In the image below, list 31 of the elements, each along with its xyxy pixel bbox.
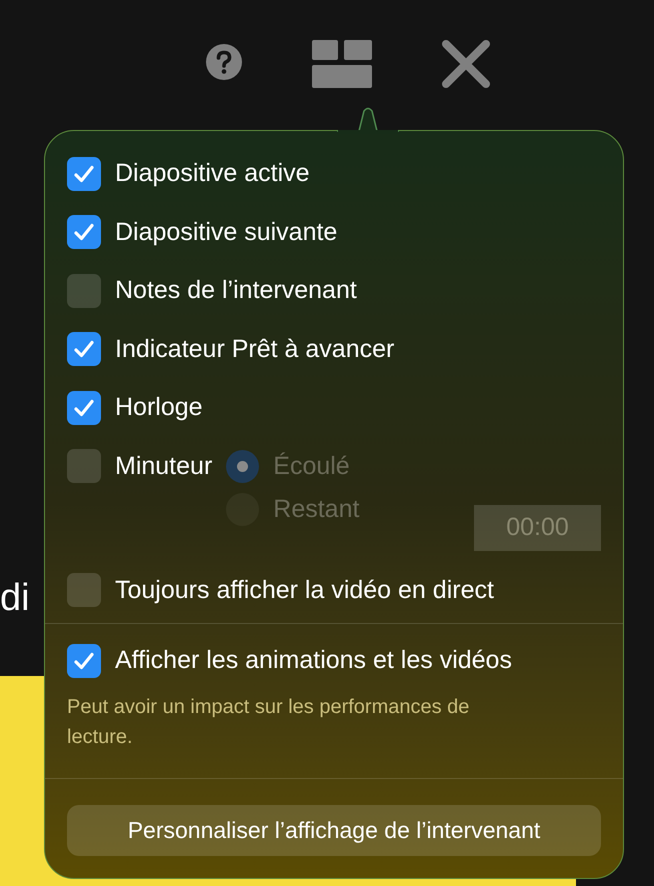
option-label: Afficher les animations et les vidéos [115,645,512,676]
checkbox[interactable] [67,449,101,484]
radio-label: Restant [273,494,360,525]
option-label: Notes de l’intervenant [115,275,357,306]
checkbox[interactable] [67,274,101,308]
checkmark-icon [74,340,94,358]
option-label: Diapositive suivante [115,216,338,248]
help-icon[interactable] [206,44,242,80]
option-label: Toujours afficher la vidéo en direct [115,574,494,606]
checkmark-icon [74,652,94,670]
note-text: Peut avoir un impact sur les performances de lecture. [66,694,470,750]
checkmark-icon [74,398,94,417]
checkbox[interactable] [67,573,101,608]
checkbox[interactable] [67,390,101,425]
close-icon[interactable] [442,40,490,88]
option-label: Minuteur [115,450,212,482]
checkbox[interactable] [67,332,101,366]
option-label: Indicateur Prêt à avancer [115,334,394,364]
checkmark-icon [74,164,94,183]
customize-button[interactable]: Personnaliser l’affichage de l’intervenant [67,804,601,856]
slide-title: di [0,576,30,621]
option-label: Horloge [115,392,203,423]
layout-icon[interactable] [312,40,372,88]
checkbox[interactable] [67,644,101,678]
option-label: Diapositive active [115,158,310,189]
radio-button[interactable] [226,450,260,483]
radio-label: Écoulé [273,450,350,482]
checkbox[interactable] [67,156,101,191]
popover-arrow [337,107,399,132]
checkmark-icon [74,223,94,242]
checkbox[interactable] [67,215,101,250]
